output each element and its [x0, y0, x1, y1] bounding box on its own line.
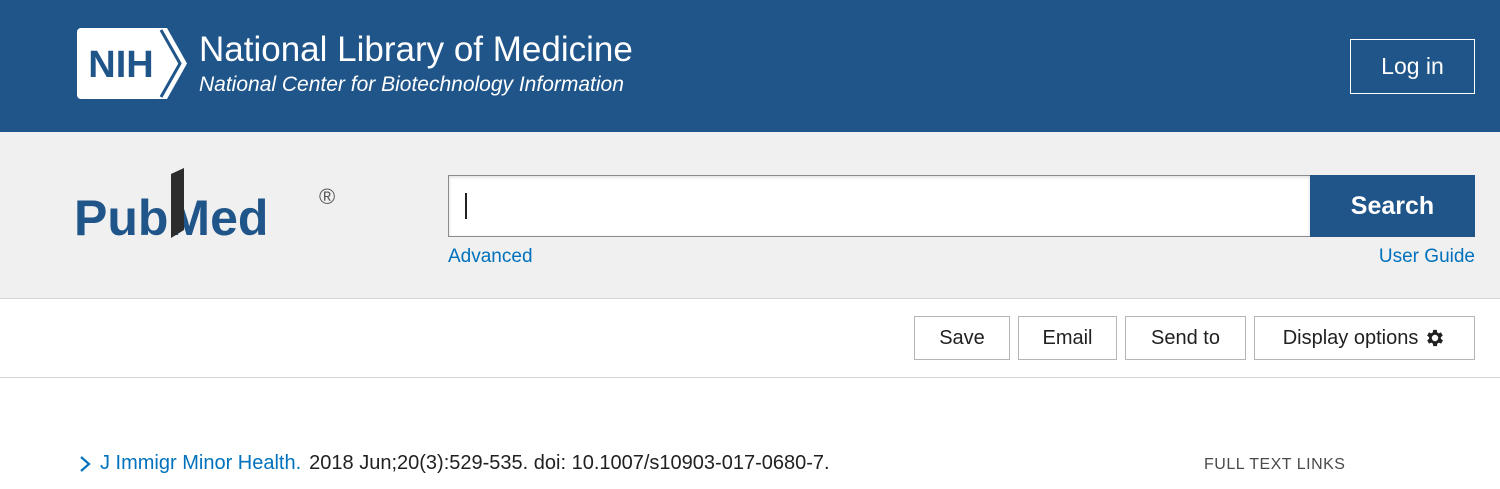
send-to-button[interactable]: Send to — [1125, 316, 1246, 360]
advanced-search-link[interactable]: Advanced — [448, 246, 533, 268]
display-options-button[interactable]: Display options — [1254, 316, 1475, 360]
citation-line: J Immigr Minor Health. 2018 Jun;20(3):52… — [78, 452, 830, 475]
nih-logo[interactable]: NIH — [77, 28, 187, 99]
full-text-links-heading: FULL TEXT LINKS — [1204, 456, 1346, 473]
display-options-label: Display options — [1282, 326, 1419, 349]
search-input[interactable] — [448, 175, 1310, 237]
nlm-header: NIH National Library of Medicine Nationa… — [0, 0, 1500, 132]
citation-details: 2018 Jun;20(3):529-535. doi: 10.1007/s10… — [309, 452, 830, 474]
journal-link[interactable]: J Immigr Minor Health. — [100, 452, 301, 475]
gear-icon — [1427, 329, 1444, 347]
login-button[interactable]: Log in — [1350, 39, 1475, 94]
nlm-title[interactable]: National Library of Medicine — [199, 30, 633, 70]
pubmed-logo[interactable]: PubMed ® — [74, 168, 339, 263]
search-button[interactable]: Search — [1310, 175, 1475, 237]
save-button[interactable]: Save — [914, 316, 1010, 360]
text-caret — [465, 193, 467, 219]
book-icon — [171, 168, 184, 238]
nih-logo-text: NIH — [88, 44, 153, 86]
chevron-right-icon[interactable] — [78, 454, 92, 474]
email-button[interactable]: Email — [1018, 316, 1117, 360]
nlm-subtitle: National Center for Biotechnology Inform… — [199, 73, 624, 96]
registered-mark: ® — [319, 184, 335, 209]
user-guide-link[interactable]: User Guide — [1379, 246, 1475, 268]
